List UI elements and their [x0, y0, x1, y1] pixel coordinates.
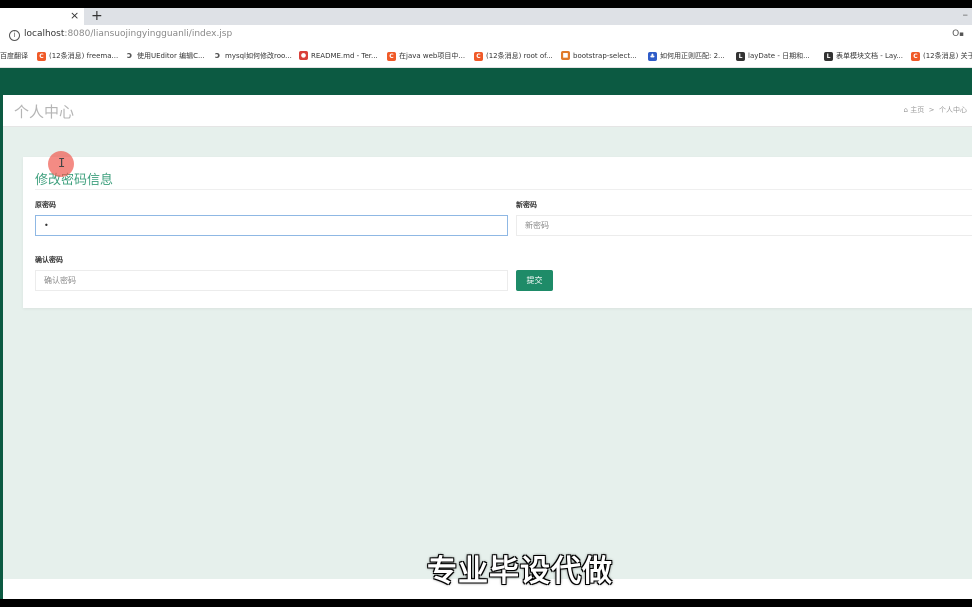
bookmark-label: bootstrap-select...	[573, 51, 637, 60]
breadcrumb-separator: >	[928, 106, 935, 114]
window-minimize-icon[interactable]: –	[963, 8, 969, 21]
confirm-password-input[interactable]: 确认密码	[35, 270, 508, 291]
form-title: 修改密码信息	[35, 173, 114, 188]
github-icon: ●	[299, 51, 308, 60]
address-bar[interactable]: i localhost:8080/liansuojingyingguanli/i…	[0, 25, 972, 47]
tab-strip: × + –	[0, 8, 972, 25]
bookmark-item[interactable]: 百度翻译	[0, 51, 28, 61]
new-password-placeholder: 新密码	[525, 221, 549, 230]
bookmark-item[interactable]: ♣ 如何用正则匹配: 2...	[648, 51, 725, 61]
password-form-card: 修改密码信息 原密码 • 新密码 新密码 确认密码 确认密码 提交	[23, 157, 972, 308]
bookmark-label: mysql如何修改roo...	[225, 52, 292, 60]
new-password-input[interactable]: 新密码	[516, 215, 972, 236]
old-password-input[interactable]: •	[35, 215, 508, 236]
bookmark-label: 如何用正则匹配: 2...	[660, 52, 725, 60]
bookmark-label: 在java web项目中...	[399, 52, 466, 60]
breadcrumb-home[interactable]: 主页	[910, 106, 924, 114]
bookmark-label: (12条消息) root of...	[486, 52, 553, 60]
submit-button[interactable]: 提交	[516, 270, 553, 291]
bookmark-label: README.md - Ter...	[311, 51, 378, 60]
breadcrumb-current: 个人中心	[939, 106, 967, 114]
layui-icon: L	[736, 51, 745, 61]
watermark-text: 专业毕设代做	[427, 554, 613, 589]
confirm-password-label: 确认密码	[35, 256, 63, 264]
url-host: localhost	[24, 29, 65, 39]
bookmark-label: layDate - 日期和...	[748, 52, 810, 60]
csdn-icon: C	[37, 51, 46, 61]
layui-icon: L	[824, 51, 833, 61]
url-text[interactable]: localhost:8080/liansuojingyingguanli/ind…	[24, 29, 232, 39]
home-icon: ⌂	[903, 106, 908, 114]
bookmark-item[interactable]: C (12条消息) freema...	[37, 51, 118, 61]
browser-tab-active[interactable]: ×	[0, 8, 84, 25]
cnblogs-icon: ■	[561, 51, 570, 60]
breadcrumb: ⌂ 主页 > 个人中心	[904, 105, 967, 115]
bookmark-label: (12条消息) freema...	[49, 52, 119, 60]
bookmark-label: 表单模块文档 - Lay...	[836, 52, 903, 60]
browser-window: × + – i localhost:8080/liansuojingyinggu…	[0, 8, 972, 599]
text-cursor-icon: I	[58, 156, 66, 170]
new-password-label: 新密码	[516, 201, 537, 209]
divider	[35, 189, 972, 190]
link-icon: ↄ	[126, 50, 133, 61]
app-area: 个人中心 ⌂ 主页 > 个人中心 修改密码信息 原密码 • 新密码 新密码 确认…	[0, 68, 972, 599]
bookmarks-bar: 百度翻译 C (12条消息) freema... ↄ 使用UEditor 编辑C... ↄ…	[0, 47, 972, 68]
key-icon[interactable]: O▪	[952, 29, 964, 39]
page-header: 个人中心 ⌂ 主页 > 个人中心	[3, 95, 972, 127]
bookmark-item[interactable]: C 在java web项目中...	[387, 51, 465, 61]
bookmark-item[interactable]: ↄ 使用UEditor 编辑C...	[125, 51, 205, 61]
csdn-icon: C	[387, 51, 396, 61]
page-title: 个人中心	[14, 103, 75, 121]
confirm-password-placeholder: 确认密码	[44, 276, 76, 285]
info-icon[interactable]: i	[9, 30, 20, 41]
baidu-icon: ♣	[648, 51, 657, 61]
bookmark-item[interactable]: C (12条消息) root of...	[474, 51, 553, 61]
csdn-icon: C	[911, 51, 920, 61]
bookmark-item[interactable]: ↄ mysql如何修改roo...	[213, 51, 292, 61]
bookmark-item[interactable]: L 表单模块文档 - Lay...	[824, 51, 903, 61]
csdn-icon: C	[474, 51, 483, 61]
bookmark-item[interactable]: ■ bootstrap-select...	[561, 51, 637, 60]
bookmark-label: (12条消息) 关于...	[923, 52, 972, 60]
bookmark-label: 使用UEditor 编辑C...	[137, 52, 205, 60]
bookmark-item[interactable]: ● README.md - Ter...	[299, 51, 378, 60]
bookmark-label: 百度翻译	[0, 52, 28, 60]
url-path: :8080/liansuojingyingguanli/index.jsp	[64, 29, 233, 39]
new-tab-icon[interactable]: +	[91, 8, 103, 24]
old-password-value: •	[44, 221, 49, 230]
tab-close-icon[interactable]: ×	[70, 9, 79, 23]
app-topbar	[3, 68, 972, 95]
link-icon: ↄ	[214, 50, 221, 61]
bookmark-item[interactable]: LlayDate - 日期和...	[736, 51, 810, 61]
bookmark-item[interactable]: C(12条消息) 关于...	[911, 51, 972, 61]
old-password-label: 原密码	[35, 201, 56, 209]
